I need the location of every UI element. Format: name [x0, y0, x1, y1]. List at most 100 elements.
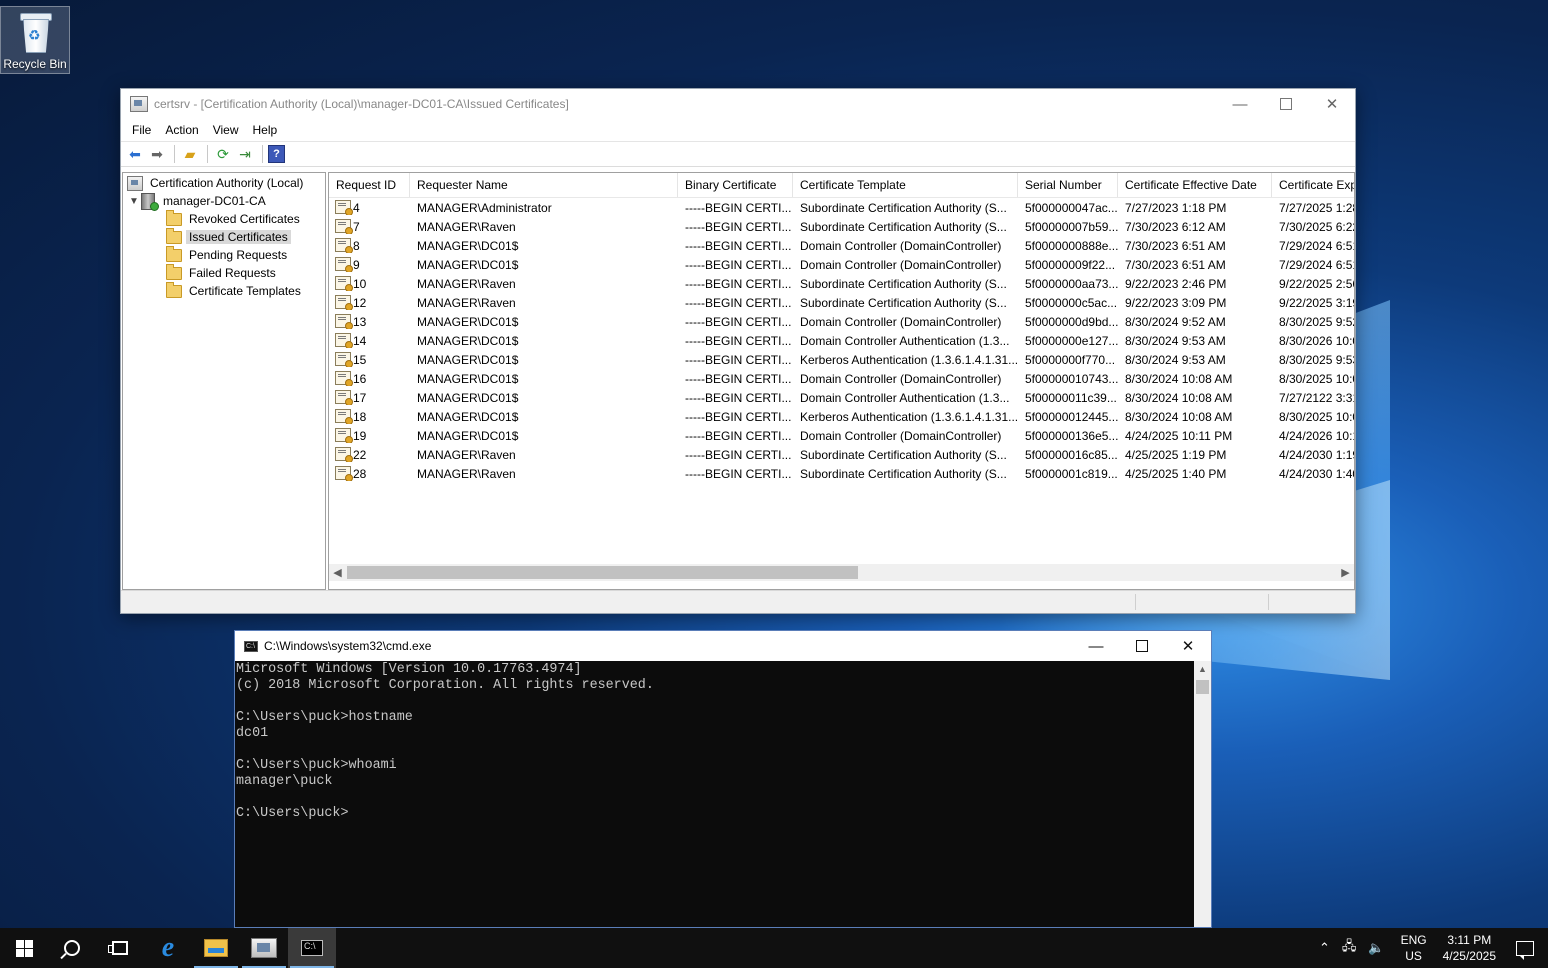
task-view-button[interactable]	[96, 928, 144, 968]
table-row[interactable]: 22 MANAGER\Raven -----BEGIN CERTI... Subord…	[329, 445, 1354, 464]
cell-certificate-template: Domain Controller (DomainController)	[793, 315, 1018, 329]
scroll-left-icon[interactable]: ◀	[329, 566, 346, 579]
column-header-certificate-template[interactable]: Certificate Template	[793, 173, 1018, 197]
console-line: C:\Users\puck>hostname	[236, 710, 413, 725]
menu-file[interactable]: File	[126, 123, 159, 137]
cell-text: -----BEGIN CERTI...	[685, 390, 792, 405]
table-row[interactable]: 12 MANAGER\Raven -----BEGIN CERTI... Subord…	[329, 293, 1354, 312]
close-button[interactable]: ✕	[1309, 89, 1355, 119]
tree-item-issued-certificates[interactable]: Issued Certificates	[166, 227, 291, 246]
cell-text: 4	[353, 201, 360, 215]
table-row[interactable]: 14 MANAGER\DC01$ -----BEGIN CERTI... Domain…	[329, 331, 1354, 350]
column-header-serial-number[interactable]: Serial Number	[1018, 173, 1118, 197]
horizontal-scrollbar[interactable]: ◀ ▶	[329, 564, 1354, 581]
cell-text: 5f0000000c5ac...	[1025, 295, 1118, 310]
cell-expiration-date: 8/30/2025 9:52	[1272, 315, 1354, 329]
table-row[interactable]: 18 MANAGER\DC01$ -----BEGIN CERTI... Kerber…	[329, 407, 1354, 426]
tree-item-label: Pending Requests	[189, 248, 288, 262]
column-header-effective-date[interactable]: Certificate Effective Date	[1118, 173, 1272, 197]
scrollbar-track[interactable]	[346, 564, 1337, 581]
tree-item-failed-requests[interactable]: Failed Requests	[166, 263, 279, 282]
maximize-button[interactable]	[1119, 631, 1165, 661]
clock[interactable]: 3:11 PM 4/25/2025	[1443, 932, 1496, 964]
certsrv-app-icon[interactable]	[130, 96, 148, 112]
table-row[interactable]: 17 MANAGER\DC01$ -----BEGIN CERTI... Domain…	[329, 388, 1354, 407]
menu-view[interactable]: View	[207, 123, 247, 137]
menu-help[interactable]: Help	[247, 123, 286, 137]
column-header-requester-name[interactable]: Requester Name	[410, 173, 678, 197]
cell-requester-name: MANAGER\Raven	[410, 220, 678, 234]
export-list-icon[interactable]: ⇥	[235, 145, 255, 163]
cell-serial-number: 5f0000000d9bd...	[1018, 315, 1118, 329]
taskbar-cmd[interactable]: C:\	[288, 928, 336, 968]
cell-text: Subordinate Certification Authority (S..…	[800, 447, 1007, 462]
table-row[interactable]: 10 MANAGER\Raven -----BEGIN CERTI... Subord…	[329, 274, 1354, 293]
table-row[interactable]: 8 MANAGER\DC01$ -----BEGIN CERTI... Domain …	[329, 236, 1354, 255]
scroll-up-icon[interactable]: ▲	[1194, 661, 1211, 678]
forward-arrow-icon[interactable]: ➡	[147, 145, 167, 163]
table-row[interactable]: 28 MANAGER\Raven -----BEGIN CERTI... Subord…	[329, 464, 1354, 483]
table-row[interactable]: 15 MANAGER\DC01$ -----BEGIN CERTI... Kerber…	[329, 350, 1354, 369]
table-row[interactable]: 13 MANAGER\DC01$ -----BEGIN CERTI... Domain…	[329, 312, 1354, 331]
action-center-icon[interactable]	[1516, 940, 1534, 960]
scrollbar-thumb[interactable]	[1196, 680, 1209, 694]
tree-item-certification-authority[interactable]: Certification Authority (Local)	[127, 174, 306, 192]
maximize-button[interactable]	[1263, 89, 1309, 119]
column-header-request-id[interactable]: Request ID	[329, 173, 410, 197]
minimize-button[interactable]: —	[1217, 89, 1263, 119]
tree-item-label: Revoked Certificates	[189, 212, 300, 226]
up-folder-icon[interactable]: ▰	[180, 145, 200, 163]
taskbar-internet-explorer[interactable]: e	[144, 928, 192, 968]
cmd-window[interactable]: C:\ C:\Windows\system32\cmd.exe — ✕ Micr…	[234, 630, 1212, 928]
table-row[interactable]: 4 MANAGER\Administrator -----BEGIN CERTI..…	[329, 198, 1354, 217]
close-button[interactable]: ✕	[1165, 631, 1211, 661]
table-row[interactable]: 16 MANAGER\DC01$ -----BEGIN CERTI... Domain…	[329, 369, 1354, 388]
recycle-bin-shortcut[interactable]: ♻ Recycle Bin	[0, 6, 70, 74]
table-row[interactable]: 19 MANAGER\DC01$ -----BEGIN CERTI... Domain…	[329, 426, 1354, 445]
certificate-icon	[335, 352, 353, 367]
cell-text: MANAGER\Raven	[417, 219, 516, 234]
tree-item-revoked-certificates[interactable]: Revoked Certificates	[166, 209, 303, 228]
cell-effective-date: 4/25/2025 1:40 PM	[1118, 467, 1272, 481]
certsrv-window[interactable]: certsrv - [Certification Authority (Loca…	[120, 88, 1356, 614]
scroll-right-icon[interactable]: ▶	[1337, 566, 1354, 579]
ca-server-icon	[141, 192, 159, 211]
table-row[interactable]: 7 MANAGER\Raven -----BEGIN CERTI... Subordi…	[329, 217, 1354, 236]
column-header-expiration-date[interactable]: Certificate Exp	[1272, 173, 1354, 197]
taskbar-file-explorer[interactable]	[192, 928, 240, 968]
cell-requester-name: MANAGER\Raven	[410, 467, 678, 481]
network-icon[interactable]: 🖧	[1342, 937, 1357, 959]
cmd-app-icon[interactable]: C:\	[244, 640, 258, 652]
refresh-icon[interactable]: ⟳	[213, 145, 233, 163]
console-output[interactable]: Microsoft Windows [Version 10.0.17763.49…	[235, 661, 1195, 927]
minimize-button[interactable]: —	[1073, 631, 1119, 661]
show-hidden-icons-chevron-icon[interactable]: ⌃	[1319, 940, 1330, 956]
cmd-titlebar[interactable]: C:\ C:\Windows\system32\cmd.exe — ✕	[235, 631, 1211, 661]
cell-certificate-template: Kerberos Authentication (1.3.6.1.4.1.31.…	[793, 410, 1018, 424]
cell-expiration-date: 7/27/2122 3:31	[1272, 391, 1354, 405]
menu-action[interactable]: Action	[159, 123, 206, 137]
chevron-down-icon[interactable]: ▼	[127, 196, 141, 207]
help-icon[interactable]: ?	[268, 145, 285, 163]
back-arrow-icon[interactable]: ⬅	[125, 145, 145, 163]
search-button[interactable]	[48, 928, 96, 968]
certsrv-titlebar[interactable]: certsrv - [Certification Authority (Loca…	[121, 89, 1355, 119]
tree-item-certificate-templates[interactable]: Certificate Templates	[166, 281, 304, 300]
certificate-list[interactable]: Request ID Requester Name Binary Certifi…	[328, 172, 1355, 590]
column-header-binary-certificate[interactable]: Binary Certificate	[678, 173, 793, 197]
cell-text: Domain Controller (DomainController)	[800, 257, 1002, 272]
cell-binary-certificate: -----BEGIN CERTI...	[678, 334, 793, 348]
console-tree[interactable]: Certification Authority (Local) ▼ manage…	[122, 172, 326, 590]
cell-text: 7/30/2023 6:51 AM	[1125, 257, 1226, 272]
tree-item-pending-requests[interactable]: Pending Requests	[166, 245, 290, 264]
cell-text: MANAGER\DC01$	[417, 333, 519, 348]
input-language-indicator[interactable]: ENG US	[1401, 932, 1427, 964]
table-row[interactable]: 9 MANAGER\DC01$ -----BEGIN CERTI... Domain …	[329, 255, 1354, 274]
taskbar-certsrv[interactable]	[240, 928, 288, 968]
tree-item-manager-dc01-ca[interactable]: ▼ manager-DC01-CA	[127, 192, 269, 211]
cell-text: 5f00000007b59...	[1025, 219, 1118, 234]
vertical-scrollbar[interactable]: ▲	[1194, 661, 1211, 927]
start-button[interactable]	[0, 928, 48, 968]
volume-icon[interactable]: 🔈	[1368, 940, 1384, 956]
scrollbar-thumb[interactable]	[347, 566, 858, 579]
